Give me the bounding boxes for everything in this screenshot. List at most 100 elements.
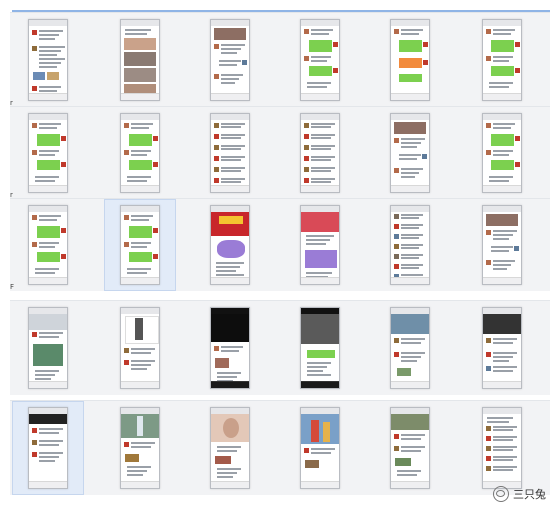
text-line [221, 350, 239, 352]
row-marker: F [10, 283, 15, 291]
avatar [304, 134, 309, 139]
phone-screenshot[interactable] [300, 113, 340, 193]
avatar [214, 178, 219, 183]
phone-screenshot[interactable] [120, 205, 160, 285]
screenshot-row: F [10, 198, 550, 291]
text-line [487, 421, 509, 423]
text-line [493, 260, 515, 262]
bottom-bar [211, 93, 249, 100]
avatar [486, 436, 491, 441]
message-bubble-green [491, 134, 514, 146]
phone-screenshot[interactable] [210, 307, 250, 389]
text-line [399, 154, 421, 156]
phone-screenshot[interactable] [390, 307, 430, 389]
text-line [35, 180, 55, 182]
text-line [493, 352, 517, 354]
avatar [394, 352, 399, 357]
message-bubble-green [491, 40, 514, 52]
phone-screenshot[interactable] [120, 113, 160, 193]
message-bubble-green [129, 160, 152, 170]
phone-screenshot[interactable] [390, 113, 430, 193]
text-line [311, 137, 331, 139]
phone-screenshot[interactable] [210, 205, 250, 285]
avatar [214, 145, 219, 150]
screenshot-row: r [10, 12, 550, 107]
poster-image [305, 250, 337, 268]
text-line [219, 64, 237, 66]
phone-screenshot[interactable] [300, 205, 340, 285]
avatar [153, 228, 158, 233]
phone-screenshot[interactable] [300, 19, 340, 101]
person [311, 420, 319, 442]
text-line [401, 338, 425, 340]
text-line [311, 29, 333, 31]
phone-screenshot[interactable] [300, 307, 340, 389]
text-line [221, 126, 241, 128]
image-banner [394, 122, 426, 134]
text-line [397, 474, 417, 476]
bottom-bar [211, 277, 249, 284]
avatar [394, 446, 399, 451]
message-bubble-green [491, 160, 514, 170]
text-line [221, 181, 241, 183]
text-line [311, 156, 335, 158]
bottom-bar [121, 381, 159, 388]
phone-screenshot[interactable] [390, 205, 430, 285]
phone-screenshot[interactable] [482, 407, 522, 489]
bottom-bar [483, 93, 521, 100]
text-line [221, 123, 245, 125]
phone-screenshot[interactable] [482, 19, 522, 101]
phone-screenshot[interactable] [120, 407, 160, 489]
avatar [32, 46, 37, 51]
post-image [395, 458, 411, 466]
text-line [127, 176, 151, 178]
phone-screenshot[interactable] [210, 113, 250, 193]
avatar [486, 260, 491, 265]
cover-image [211, 314, 249, 342]
text-line [307, 366, 327, 368]
avatar [394, 244, 399, 249]
phone-screenshot[interactable] [300, 407, 340, 489]
avatar [304, 167, 309, 172]
post-image [125, 454, 139, 462]
phone-screenshot[interactable] [120, 307, 160, 389]
avatar [214, 44, 219, 49]
phone-screenshot[interactable] [482, 307, 522, 389]
text-line [307, 82, 331, 84]
image-banner [486, 214, 518, 226]
text-line [311, 33, 329, 35]
phone-screenshot[interactable] [210, 407, 250, 489]
text-line [399, 158, 417, 160]
text-line [127, 180, 147, 182]
phone-screenshot[interactable] [28, 19, 68, 101]
text-line [489, 86, 509, 88]
text-line [221, 170, 241, 172]
avatar [61, 162, 66, 167]
phone-screenshot[interactable] [210, 19, 250, 101]
phone-screenshot[interactable] [28, 113, 68, 193]
avatar [304, 123, 309, 128]
text-line [493, 370, 513, 372]
text-line [217, 472, 237, 474]
text-line [401, 146, 417, 148]
text-line [401, 254, 423, 256]
avatar [32, 440, 37, 445]
message-bubble-green [37, 134, 60, 146]
text-line [311, 145, 335, 147]
text-line [307, 362, 331, 364]
phone-screenshot[interactable] [28, 307, 68, 389]
phone-screenshot[interactable] [482, 113, 522, 193]
bottom-bar [391, 93, 429, 100]
avatar [32, 30, 37, 35]
status-bar [211, 20, 249, 26]
phone-screenshot[interactable] [390, 19, 430, 101]
phone-screenshot[interactable] [120, 19, 160, 101]
status-bar [391, 206, 429, 212]
phone-screenshot[interactable] [28, 407, 68, 489]
text-line [131, 360, 155, 362]
phone-screenshot[interactable] [482, 205, 522, 285]
phone-screenshot[interactable] [28, 205, 68, 285]
avatar [32, 86, 37, 91]
phone-screenshot[interactable] [390, 407, 430, 489]
cover-image [29, 314, 67, 330]
